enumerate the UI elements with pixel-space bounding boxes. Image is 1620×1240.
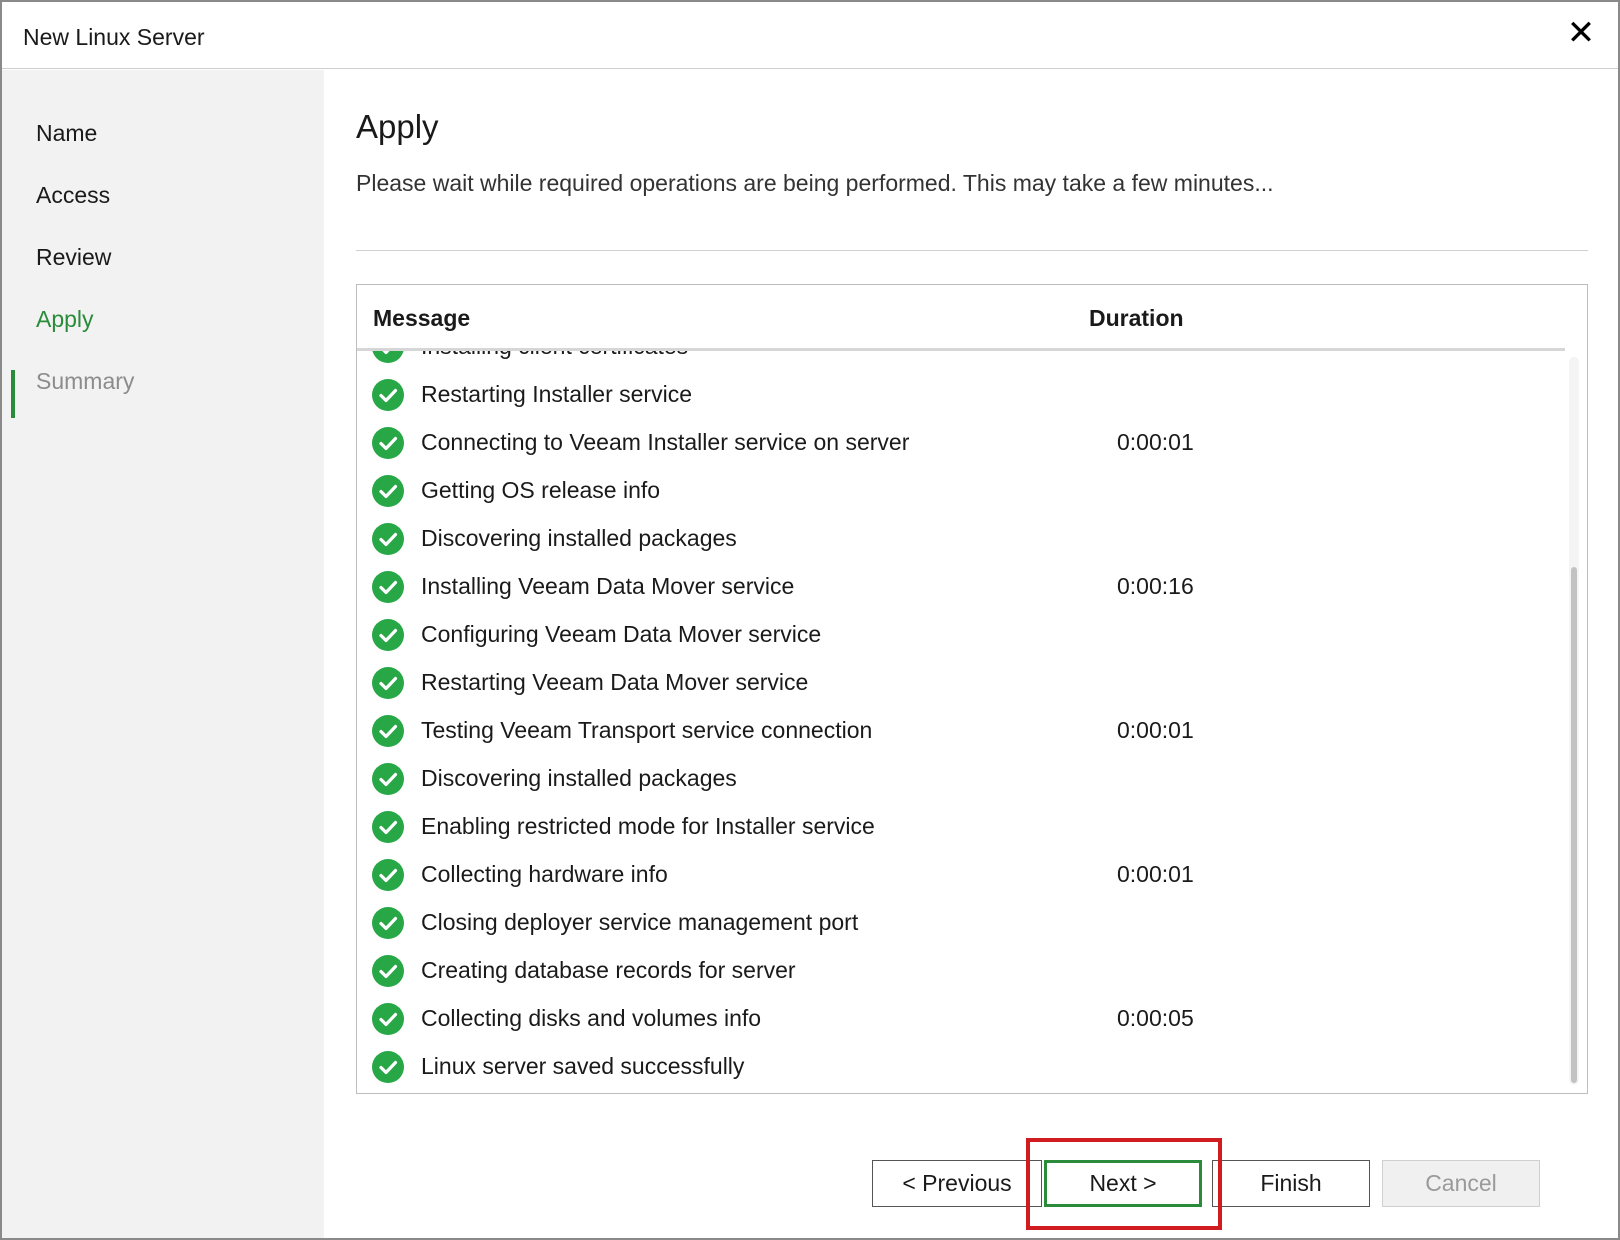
check-circle-icon [372, 667, 404, 699]
operations-log: Message Duration Installing client certi… [356, 284, 1588, 1094]
log-message: Linux server saved successfully [421, 1053, 745, 1079]
log-message: Getting OS release info [421, 477, 661, 503]
log-message: Installing client certificates [421, 351, 688, 360]
log-message: Discovering installed packages [421, 525, 737, 551]
check-circle-icon [372, 571, 404, 603]
log-row[interactable]: Connecting to Veeam Installer service on… [357, 419, 1565, 467]
log-message: Closing deployer service management port [421, 909, 859, 935]
log-row[interactable]: Closing deployer service management port [357, 899, 1565, 947]
log-message: Installing Veeam Data Mover service [421, 573, 795, 599]
log-scrollbar[interactable] [1569, 357, 1579, 1085]
log-row[interactable]: Getting OS release info [357, 467, 1565, 515]
check-circle-icon [372, 475, 404, 507]
log-message: Enabling restricted mode for Installer s… [421, 813, 875, 839]
finish-button[interactable]: Finish [1212, 1160, 1370, 1207]
log-message: Discovering installed packages [421, 765, 737, 791]
log-row[interactable]: Restarting Veeam Data Mover service [357, 659, 1565, 707]
check-circle-icon [372, 351, 404, 363]
log-message: Configuring Veeam Data Mover service [421, 621, 822, 647]
step-access[interactable]: Access [36, 182, 110, 209]
log-message: Restarting Installer service [421, 381, 692, 407]
check-circle-icon [372, 763, 404, 795]
log-row[interactable]: Discovering installed packages [357, 515, 1565, 563]
log-duration: 0:00:16 [1117, 573, 1194, 599]
step-summary: Summary [36, 368, 135, 394]
log-message: Collecting disks and volumes info [421, 1005, 762, 1031]
main-content: Apply Please wait while required operati… [324, 70, 1618, 1238]
log-duration: 0:00:01 [1117, 861, 1194, 887]
step-name[interactable]: Name [36, 120, 97, 147]
log-row[interactable]: Linux server saved successfully [357, 1043, 1565, 1091]
check-circle-icon [372, 859, 404, 891]
log-duration: 0:00:01 [1117, 429, 1194, 455]
log-row[interactable]: Installing client certificates [357, 351, 1565, 371]
log-row[interactable]: Restarting Installer service [357, 371, 1565, 419]
step-review[interactable]: Review [36, 244, 111, 271]
column-header-message[interactable]: Message [373, 305, 470, 332]
log-row[interactable]: Testing Veeam Transport service connecti… [357, 707, 1565, 755]
wizard-steps-sidebar: Name Access Review Apply Summary [2, 70, 324, 1238]
step-apply[interactable]: Apply [36, 306, 94, 333]
log-header: Message Duration [357, 285, 1565, 351]
check-circle-icon [372, 619, 404, 651]
log-rows: Installing client certificates Restarting… [357, 351, 1565, 1091]
log-duration: 0:00:05 [1117, 1005, 1194, 1031]
title-bar: New Linux Server ✕ [2, 2, 1618, 69]
check-circle-icon [372, 427, 404, 459]
previous-button[interactable]: < Previous [872, 1160, 1042, 1207]
log-row[interactable]: Collecting disks and volumes info 0:00:05 [357, 995, 1565, 1043]
check-circle-icon [372, 715, 404, 747]
log-message: Collecting hardware info [421, 861, 668, 887]
page-description: Please wait while required operations ar… [356, 170, 1274, 196]
log-row[interactable]: Configuring Veeam Data Mover service [357, 611, 1565, 659]
log-body[interactable]: Installing client certificates Restarting… [357, 351, 1565, 1093]
scroll-thumb[interactable] [1571, 567, 1577, 1083]
column-header-duration[interactable]: Duration [1089, 305, 1184, 332]
window-title: New Linux Server [23, 24, 205, 50]
new-linux-server-dialog: New Linux Server ✕ Name Access Review Ap… [0, 0, 1620, 1240]
check-circle-icon [372, 523, 404, 555]
next-button[interactable]: Next > [1044, 1160, 1202, 1207]
divider [356, 250, 1588, 251]
close-icon[interactable]: ✕ [1566, 16, 1596, 50]
check-circle-icon [372, 379, 404, 411]
log-message: Testing Veeam Transport service connecti… [421, 717, 873, 743]
cancel-button: Cancel [1382, 1160, 1540, 1207]
check-circle-icon [372, 811, 404, 843]
log-message: Creating database records for server [421, 957, 796, 983]
log-message: Connecting to Veeam Installer service on… [421, 429, 910, 455]
active-step-indicator [11, 370, 15, 418]
check-circle-icon [372, 1003, 404, 1035]
log-row[interactable]: Collecting hardware info 0:00:01 [357, 851, 1565, 899]
log-row[interactable]: Creating database records for server [357, 947, 1565, 995]
log-row[interactable]: Installing Veeam Data Mover service 0:00:… [357, 563, 1565, 611]
page-title: Apply [356, 108, 439, 145]
check-circle-icon [372, 1051, 404, 1083]
log-message: Restarting Veeam Data Mover service [421, 669, 809, 695]
log-duration: 0:00:01 [1117, 717, 1194, 743]
log-row[interactable]: Discovering installed packages [357, 755, 1565, 803]
check-circle-icon [372, 955, 404, 987]
log-row[interactable]: Enabling restricted mode for Installer s… [357, 803, 1565, 851]
check-circle-icon [372, 907, 404, 939]
